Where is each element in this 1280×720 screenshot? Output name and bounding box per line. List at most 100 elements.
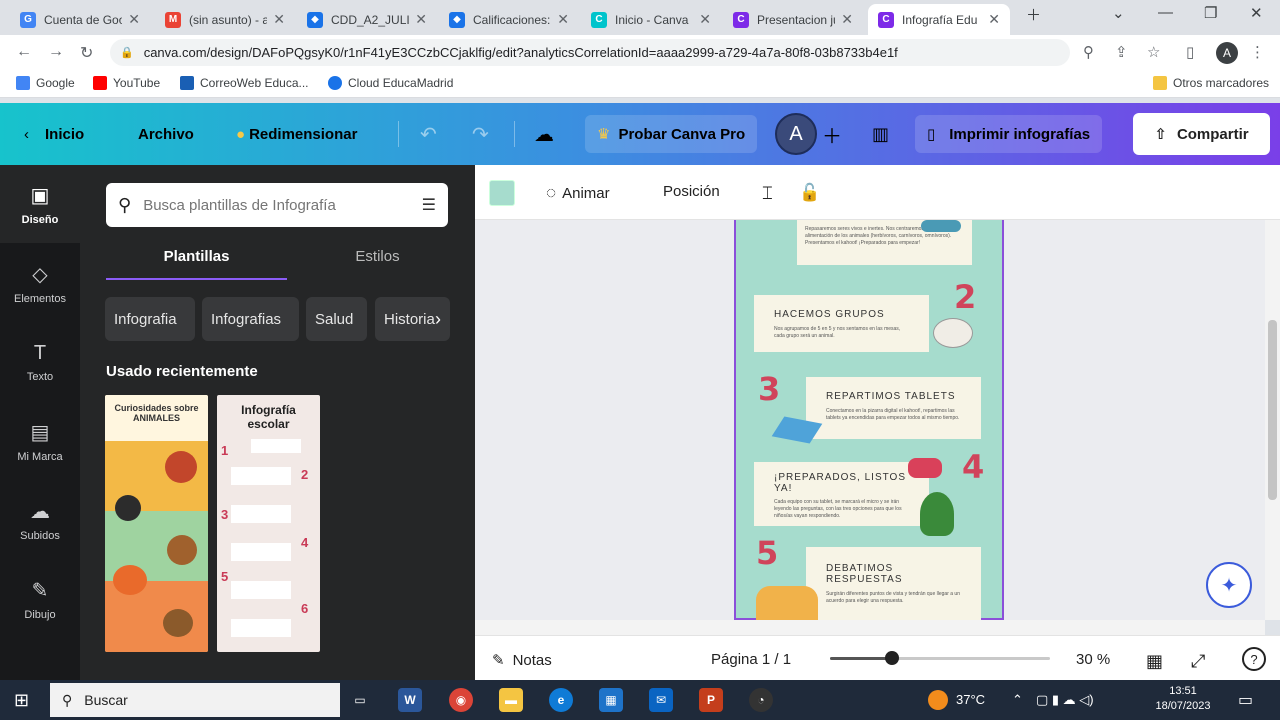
rail-item-dibujo[interactable]: ✎ Dibujo <box>0 560 80 638</box>
minimize-icon[interactable]: — <box>1158 4 1173 21</box>
lock-icon[interactable]: 🔓 <box>799 183 820 203</box>
weather-temp[interactable]: 37°C <box>956 692 985 707</box>
bookmark-google[interactable]: Google <box>16 76 75 90</box>
rail-item-subidos[interactable]: ☁ Subidos <box>0 481 80 559</box>
insights-icon[interactable]: ▥ <box>872 103 889 165</box>
close-tab-icon[interactable]: ✕ <box>557 11 569 28</box>
tab-styles[interactable]: Estilos <box>287 245 468 280</box>
menu-icon[interactable]: ⋮ <box>1250 43 1265 61</box>
print-button[interactable]: ▯ Imprimir infografías <box>915 115 1103 153</box>
sidepanel-icon[interactable]: ▯ <box>1186 43 1194 61</box>
paint-roller-icon[interactable]: ⌶ <box>762 183 773 204</box>
template-search-input[interactable] <box>143 196 422 214</box>
magic-assistant-button[interactable]: ✦ <box>1206 562 1252 608</box>
bookmark-other[interactable]: Otros marcadores <box>1153 76 1269 90</box>
home-button[interactable]: ‹ Inicio <box>24 103 84 165</box>
notifications-icon[interactable]: ▭ <box>1238 690 1253 710</box>
powerpoint-icon[interactable]: P <box>699 688 723 712</box>
filter-icon[interactable]: ☰ <box>422 195 436 215</box>
zoom-icon[interactable]: ⚲ <box>1083 43 1094 61</box>
close-tab-icon[interactable]: ✕ <box>988 11 1000 28</box>
template-search[interactable]: ⚲ ☰ <box>106 183 448 227</box>
browser-tab[interactable]: G Cuenta de Goo ✕ <box>10 4 150 35</box>
try-pro-button[interactable]: ♛ Probar Canva Pro <box>585 115 758 153</box>
file-button[interactable]: Archivo <box>138 103 194 165</box>
vertical-scrollbar[interactable] <box>1265 220 1280 620</box>
back-icon[interactable]: ← <box>16 43 32 61</box>
browser-tab[interactable]: ◆ Calificaciones: ✕ <box>439 4 579 35</box>
zoom-slider[interactable] <box>830 651 1050 665</box>
folder-icon <box>1153 76 1167 90</box>
browser-tab[interactable]: C Presentacion ju ✕ <box>723 4 863 35</box>
file-explorer-icon[interactable]: ▬ <box>499 688 523 712</box>
tab-search-icon[interactable]: ⌄ <box>1112 4 1125 22</box>
restore-icon[interactable]: ❐ <box>1204 4 1217 22</box>
page-indicator[interactable]: Página 1 / 1 <box>711 651 791 668</box>
system-clock[interactable]: 13:51 18/07/2023 <box>1148 684 1218 714</box>
chip-salud[interactable]: Salud <box>306 297 367 341</box>
rail-item-texto[interactable]: T Texto <box>0 323 80 401</box>
close-tab-icon[interactable]: ✕ <box>128 11 140 28</box>
help-icon[interactable]: ? <box>1242 647 1266 671</box>
chrome-icon[interactable]: ◉ <box>449 688 473 712</box>
close-window-icon[interactable]: ✕ <box>1250 4 1263 22</box>
close-tab-icon[interactable]: ✕ <box>273 11 285 28</box>
rail-item-elementos[interactable]: ◇ Elementos <box>0 244 80 322</box>
tray-chevron-icon[interactable]: ⌃ <box>1012 692 1023 708</box>
mail-icon[interactable]: ✉ <box>649 688 673 712</box>
browser-tab[interactable]: ◆ CDD_A2_JULIO ✕ <box>297 4 437 35</box>
chip-infografia[interactable]: Infografia <box>105 297 195 341</box>
rail-item-diseño[interactable]: ▣ Diseño <box>0 165 80 243</box>
rail-item-mi-marca[interactable]: ▤ Mi Marca <box>0 402 80 480</box>
new-tab-icon[interactable]: ＋ <box>1026 4 1041 25</box>
windows-start-icon[interactable]: ⊞ <box>14 690 29 711</box>
user-avatar[interactable]: A <box>775 113 817 155</box>
thumb-title: Curiosidades sobre ANIMALES <box>105 395 208 441</box>
browser-tab[interactable]: C Infografía Edu ✕ <box>868 4 1010 35</box>
cloud-save-icon[interactable]: ☁ <box>534 103 554 165</box>
bookmark-youtube[interactable]: YouTube <box>93 76 160 90</box>
grid-view-icon[interactable]: ▦ <box>1146 651 1163 672</box>
undo-icon[interactable]: ↶ <box>420 103 437 165</box>
add-people-icon[interactable]: ＋ <box>822 103 842 165</box>
profile-avatar[interactable]: A <box>1216 42 1238 64</box>
app-icon[interactable]: ◔ <box>749 688 773 712</box>
position-button[interactable]: Posición <box>663 183 720 200</box>
animate-button[interactable]: ◌ Animar <box>546 183 610 203</box>
chip-infografias[interactable]: Infografias <box>202 297 299 341</box>
share-button[interactable]: ⇧ Compartir <box>1133 113 1270 155</box>
design-page[interactable]: Repasaremos seres vivos e inertes. Nos c… <box>734 220 1004 620</box>
scroll-thumb[interactable] <box>1268 320 1277 500</box>
browser-tab[interactable]: M (sin asunto) - a ✕ <box>155 4 295 35</box>
zoom-slider-knob[interactable] <box>884 651 899 665</box>
share-page-icon[interactable]: ⇪ <box>1115 43 1128 61</box>
store-icon[interactable]: ▦ <box>599 688 623 712</box>
taskbar-search[interactable]: ⚲ Buscar <box>50 683 340 717</box>
bookmark-star-icon[interactable]: ☆ <box>1147 43 1160 61</box>
word-icon[interactable]: W <box>398 688 422 712</box>
browser-tab[interactable]: C Inicio - Canva ✕ <box>581 4 721 35</box>
tab-templates[interactable]: Plantillas <box>106 245 287 280</box>
resize-button[interactable]: ● Redimensionar <box>236 103 357 165</box>
notes-button[interactable]: ✎ Notas <box>492 651 552 670</box>
close-tab-icon[interactable]: ✕ <box>841 11 853 28</box>
fullscreen-icon[interactable]: ⤢ <box>1191 651 1205 672</box>
template-thumb-escolar[interactable]: Infografía escolar 1 2 3 4 5 6 <box>217 395 320 652</box>
horizontal-scrollbar[interactable] <box>475 620 1265 635</box>
tray-icons[interactable]: ▢ ▮ ☁ ◁) <box>1036 692 1094 708</box>
template-thumb-animales[interactable]: Curiosidades sobre ANIMALES <box>105 395 208 652</box>
task-view-icon[interactable]: ▭ <box>348 688 372 712</box>
bookmark-correoweb[interactable]: CorreoWeb Educa... <box>180 76 309 90</box>
close-tab-icon[interactable]: ✕ <box>699 11 711 28</box>
edge-icon[interactable]: e <box>549 688 573 712</box>
forward-icon[interactable]: → <box>48 43 64 61</box>
url-field[interactable]: 🔒 canva.com/design/DAFoPQgsyK0/r1nF41yE3… <box>110 39 1070 66</box>
background-color-swatch[interactable] <box>489 180 515 206</box>
bookmark-cloud[interactable]: Cloud EducaMadrid <box>328 76 453 90</box>
redo-icon[interactable]: ↷ <box>472 103 489 165</box>
chevron-right-icon[interactable]: › <box>435 309 441 330</box>
weather-icon[interactable] <box>928 690 948 710</box>
close-tab-icon[interactable]: ✕ <box>415 11 427 28</box>
zoom-value[interactable]: 30 % <box>1076 651 1110 668</box>
reload-icon[interactable]: ↻ <box>80 43 93 63</box>
